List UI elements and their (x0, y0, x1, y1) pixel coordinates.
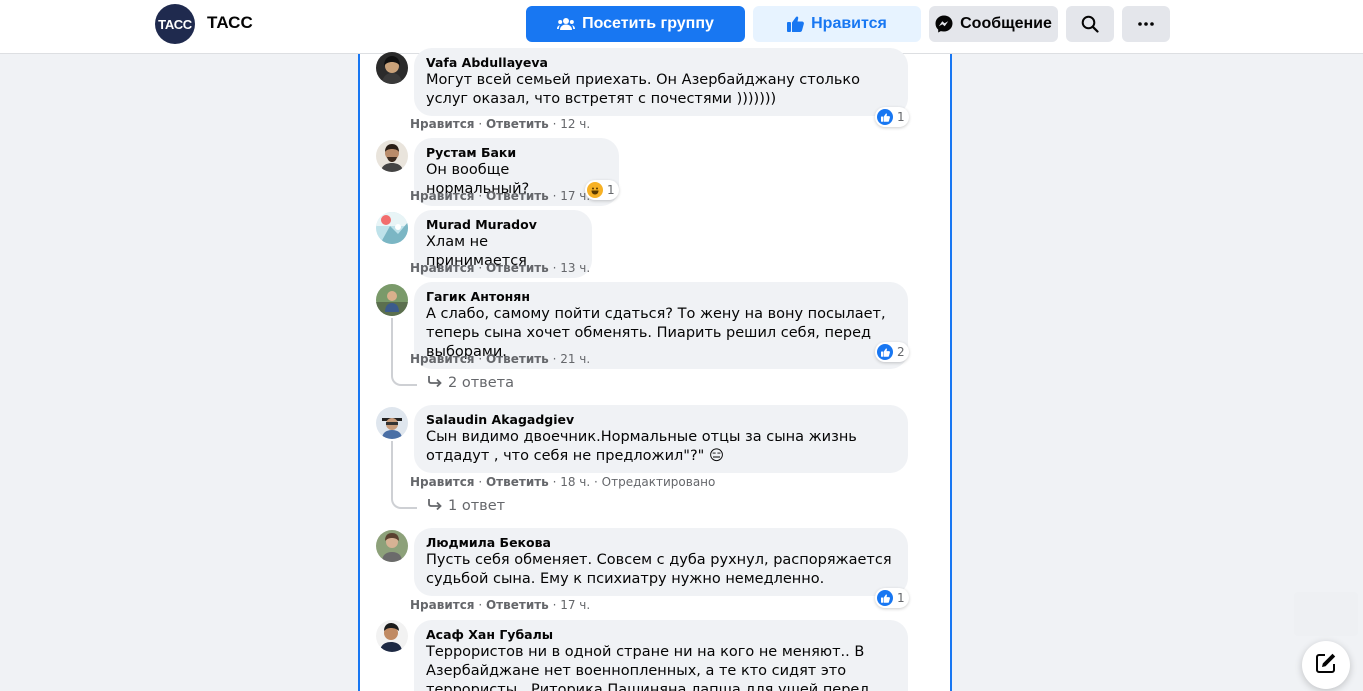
reply-arrow-icon (428, 498, 442, 514)
comment-item: Salaudin Akagadgiev Сын видимо двоечник.… (376, 405, 936, 475)
comment-bubble: Vafa Abdullayeva Могут всей семьей приех… (414, 48, 908, 116)
edited-label: Отредактировано (601, 475, 716, 489)
thread-line (391, 318, 417, 386)
comment-item: Рустам Баки Он вообще нормальный? (376, 138, 936, 206)
comment-actions: Нравится · Ответить · 12 ч. (410, 117, 591, 131)
reply-link[interactable]: Ответить (486, 117, 549, 131)
comment-actions: Нравится · Ответить · 17 ч. (410, 189, 591, 203)
avatar[interactable] (376, 530, 408, 562)
like-link[interactable]: Нравится (410, 261, 475, 275)
comment-bubble: Людмила Бекова Пусть себя обменяет. Совс… (414, 528, 908, 596)
page-header: ТАСС ТАСС Посетить группу Нравится Сообщ… (0, 0, 1363, 54)
reply-link[interactable]: Ответить (486, 261, 549, 275)
comment-time[interactable]: 18 ч. (560, 475, 590, 489)
comment-actions: Нравится · Ответить · 21 ч. (410, 352, 591, 366)
new-message-button[interactable] (1302, 641, 1350, 689)
comment-actions: Нравится · Ответить · 13 ч. (410, 261, 591, 275)
avatar[interactable] (376, 212, 408, 244)
comment-item: Асаф Хан Губалы Террористов ни в одной с… (376, 620, 936, 691)
comment-item: Vafa Abdullayeva Могут всей семьей приех… (376, 48, 936, 128)
comment-text: Могут всей семьей приехать. Он Азербайдж… (426, 72, 861, 107)
messenger-icon (935, 15, 953, 33)
comment-time[interactable]: 13 ч. (560, 261, 590, 275)
like-page-label: Нравится (811, 15, 887, 32)
reaction-summary[interactable]: 2 (875, 342, 909, 362)
reaction-count: 1 (897, 110, 905, 124)
new-message-icon (1315, 652, 1337, 678)
visit-group-button[interactable]: Посетить группу (526, 6, 745, 42)
comment-item: Людмила Бекова Пусть себя обменяет. Совс… (376, 528, 936, 598)
thumbs-up-icon (787, 16, 805, 32)
faded-overlay (1294, 592, 1358, 636)
comment-time[interactable]: 21 ч. (560, 352, 590, 366)
comment-text: Террористов ни в одной стране ни на кого… (426, 644, 870, 691)
like-link[interactable]: Нравится (410, 352, 475, 366)
more-button[interactable] (1122, 6, 1170, 42)
search-button[interactable] (1066, 6, 1114, 42)
page-name[interactable]: ТАСС (207, 13, 253, 33)
expressionless-emoji: 😑 (708, 448, 725, 464)
comment-time[interactable]: 17 ч. (560, 189, 590, 203)
avatar[interactable] (376, 52, 408, 84)
reaction-summary[interactable]: 1 (875, 107, 909, 127)
like-page-button[interactable]: Нравится (753, 6, 921, 42)
reply-link[interactable]: Ответить (486, 598, 549, 612)
comment-author[interactable]: Salaudin Akagadgiev (426, 411, 896, 428)
reaction-count: 1 (897, 591, 905, 605)
reply-link[interactable]: Ответить (486, 475, 549, 489)
avatar[interactable] (376, 284, 408, 316)
comment-text: Пусть себя обменяет. Совсем с дуба рухну… (426, 552, 892, 587)
visit-group-label: Посетить группу (582, 15, 714, 32)
view-replies-link[interactable]: 2 ответа (428, 375, 514, 391)
group-icon (557, 17, 576, 31)
reply-arrow-icon (428, 375, 442, 391)
comment-bubble: Асаф Хан Губалы Террористов ни в одной с… (414, 620, 908, 691)
comment-time[interactable]: 17 ч. (560, 598, 590, 612)
comment-item: Гагик Антонян А слабо, самому пойти сдат… (376, 282, 936, 369)
comment-time[interactable]: 12 ч. (560, 117, 590, 131)
reaction-count: 2 (897, 345, 905, 359)
like-link[interactable]: Нравится (410, 598, 475, 612)
avatar[interactable] (376, 140, 408, 172)
comment-author[interactable]: Гагик Антонян (426, 288, 896, 305)
view-replies-link[interactable]: 1 ответ (428, 498, 505, 514)
comment-text: Сын видимо двоечник.Нормальные отцы за с… (426, 429, 857, 464)
comment-actions: Нравится · Ответить · 18 ч. · Отредактир… (410, 475, 716, 489)
more-icon (1138, 22, 1154, 26)
comment-author[interactable]: Рустам Баки (426, 144, 607, 161)
like-link[interactable]: Нравится (410, 117, 475, 131)
replies-label: 1 ответ (448, 498, 506, 514)
comment-author[interactable]: Vafa Abdullayeva (426, 54, 896, 71)
comment-bubble: Salaudin Akagadgiev Сын видимо двоечник.… (414, 405, 908, 473)
comment-author[interactable]: Людмила Бекова (426, 534, 896, 551)
comment-item: Murad Muradov Хлам не принимается (376, 210, 936, 278)
like-link[interactable]: Нравится (410, 189, 475, 203)
like-reaction-icon (877, 109, 893, 125)
like-reaction-icon (877, 590, 893, 606)
reply-link[interactable]: Ответить (486, 352, 549, 366)
replies-label: 2 ответа (448, 375, 514, 391)
like-link[interactable]: Нравится (410, 475, 475, 489)
reaction-count: 1 (607, 183, 615, 197)
reply-link[interactable]: Ответить (486, 189, 549, 203)
comment-actions: Нравится · Ответить · 17 ч. (410, 598, 591, 612)
avatar[interactable] (376, 620, 408, 652)
search-icon (1081, 15, 1099, 33)
comment-author[interactable]: Асаф Хан Губалы (426, 626, 896, 643)
like-reaction-icon (877, 344, 893, 360)
avatar[interactable] (376, 407, 408, 439)
reaction-summary[interactable]: 1 (875, 588, 909, 608)
message-label: Сообщение (960, 15, 1052, 32)
thread-line (391, 441, 417, 509)
comment-author[interactable]: Murad Muradov (426, 216, 580, 233)
message-button[interactable]: Сообщение (929, 6, 1058, 42)
comments-panel: Vafa Abdullayeva Могут всей семьей приех… (358, 48, 952, 691)
page-logo[interactable]: ТАСС (155, 4, 195, 44)
